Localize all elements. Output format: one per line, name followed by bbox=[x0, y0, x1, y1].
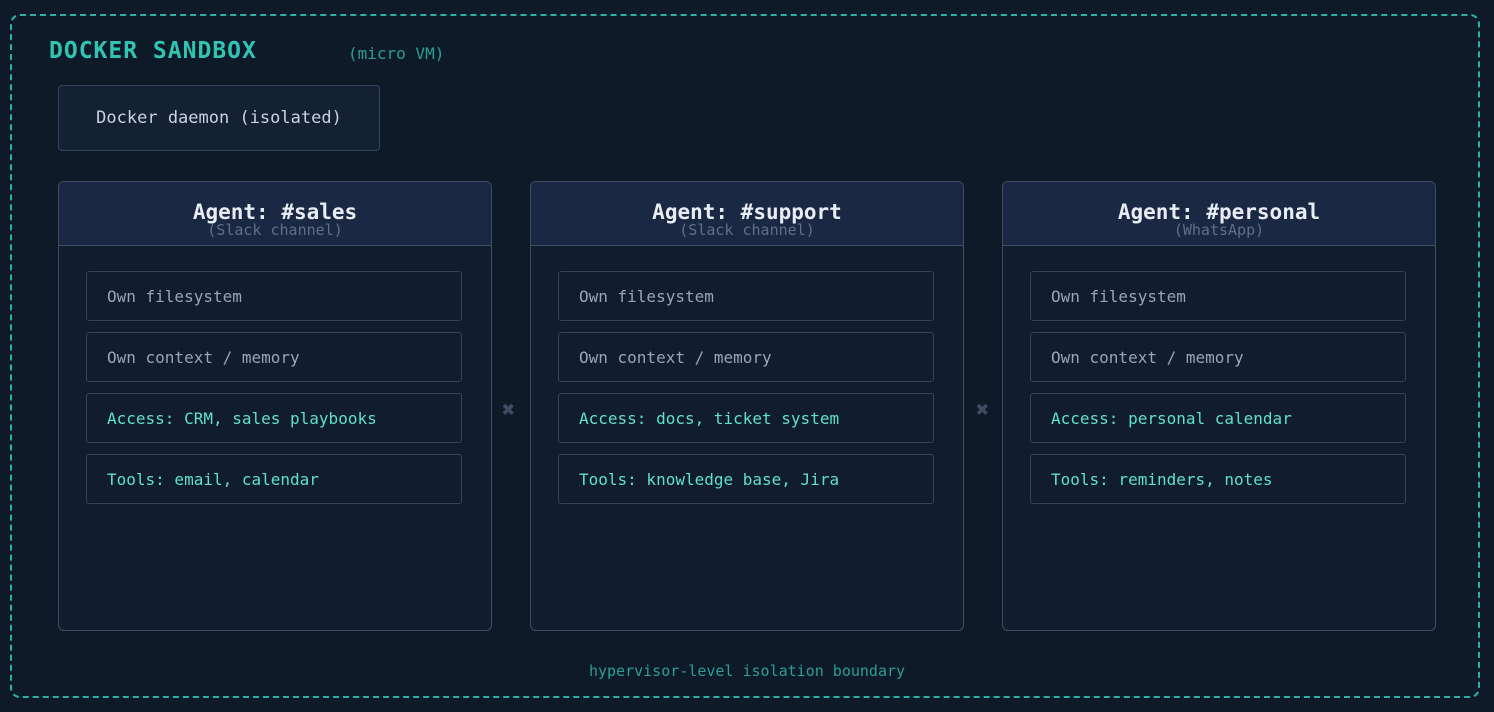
agent-item-label: Own filesystem bbox=[579, 286, 714, 306]
agent-item-label: Own filesystem bbox=[107, 286, 242, 306]
isolation-x-icon: ✖ bbox=[502, 398, 516, 423]
agent-item-filesystem: Own filesystem bbox=[558, 271, 934, 321]
isolation-boundary-label: hypervisor-level isolation boundary bbox=[588, 662, 906, 680]
agent-item-filesystem: Own filesystem bbox=[1030, 271, 1406, 321]
docker-daemon-label: Docker daemon (isolated) bbox=[96, 108, 342, 128]
agent-header: Agent: #personal (WhatsApp) bbox=[1003, 182, 1435, 246]
agent-item-access: Access: docs, ticket system bbox=[558, 393, 934, 443]
agent-item-label: Access: CRM, sales playbooks bbox=[107, 408, 377, 428]
agent-item-access: Access: personal calendar bbox=[1030, 393, 1406, 443]
agent-item-label: Access: personal calendar bbox=[1051, 408, 1292, 428]
agent-item-tools: Tools: knowledge base, Jira bbox=[558, 454, 934, 504]
docker-daemon-box: Docker daemon (isolated) bbox=[58, 85, 380, 151]
agent-item-label: Tools: knowledge base, Jira bbox=[579, 469, 840, 489]
agent-item-access: Access: CRM, sales playbooks bbox=[86, 393, 462, 443]
agent-title: Agent: #personal bbox=[1117, 200, 1321, 224]
agent-header: Agent: #sales (Slack channel) bbox=[59, 182, 491, 246]
agent-title: Agent: #support bbox=[652, 200, 842, 224]
sandbox-subtitle: (micro VM) bbox=[348, 44, 445, 63]
agent-card-support: Agent: #support (Slack channel) Own file… bbox=[530, 181, 964, 631]
agent-header: Agent: #support (Slack channel) bbox=[531, 182, 963, 246]
agent-item-label: Access: docs, ticket system bbox=[579, 408, 840, 428]
agent-item-context: Own context / memory bbox=[1030, 332, 1406, 382]
agent-subtitle: (Slack channel) bbox=[207, 221, 343, 239]
agent-item-context: Own context / memory bbox=[558, 332, 934, 382]
agent-item-label: Own filesystem bbox=[1051, 286, 1186, 306]
sandbox-title: DOCKER SANDBOX bbox=[49, 38, 257, 64]
agent-item-label: Own context / memory bbox=[579, 347, 772, 367]
agent-item-label: Tools: reminders, notes bbox=[1051, 469, 1273, 489]
agent-card-personal: Agent: #personal (WhatsApp) Own filesyst… bbox=[1002, 181, 1436, 631]
agent-subtitle: (Slack channel) bbox=[679, 221, 815, 239]
agent-title: Agent: #sales bbox=[192, 200, 358, 224]
agent-item-label: Tools: email, calendar bbox=[107, 469, 319, 489]
isolation-x-icon: ✖ bbox=[976, 398, 990, 423]
agent-subtitle: (WhatsApp) bbox=[1173, 221, 1265, 239]
agent-item-label: Own context / memory bbox=[1051, 347, 1244, 367]
agent-card-sales: Agent: #sales (Slack channel) Own filesy… bbox=[58, 181, 492, 631]
agent-item-context: Own context / memory bbox=[86, 332, 462, 382]
agent-item-filesystem: Own filesystem bbox=[86, 271, 462, 321]
agent-item-label: Own context / memory bbox=[107, 347, 300, 367]
agent-item-tools: Tools: email, calendar bbox=[86, 454, 462, 504]
agent-item-tools: Tools: reminders, notes bbox=[1030, 454, 1406, 504]
